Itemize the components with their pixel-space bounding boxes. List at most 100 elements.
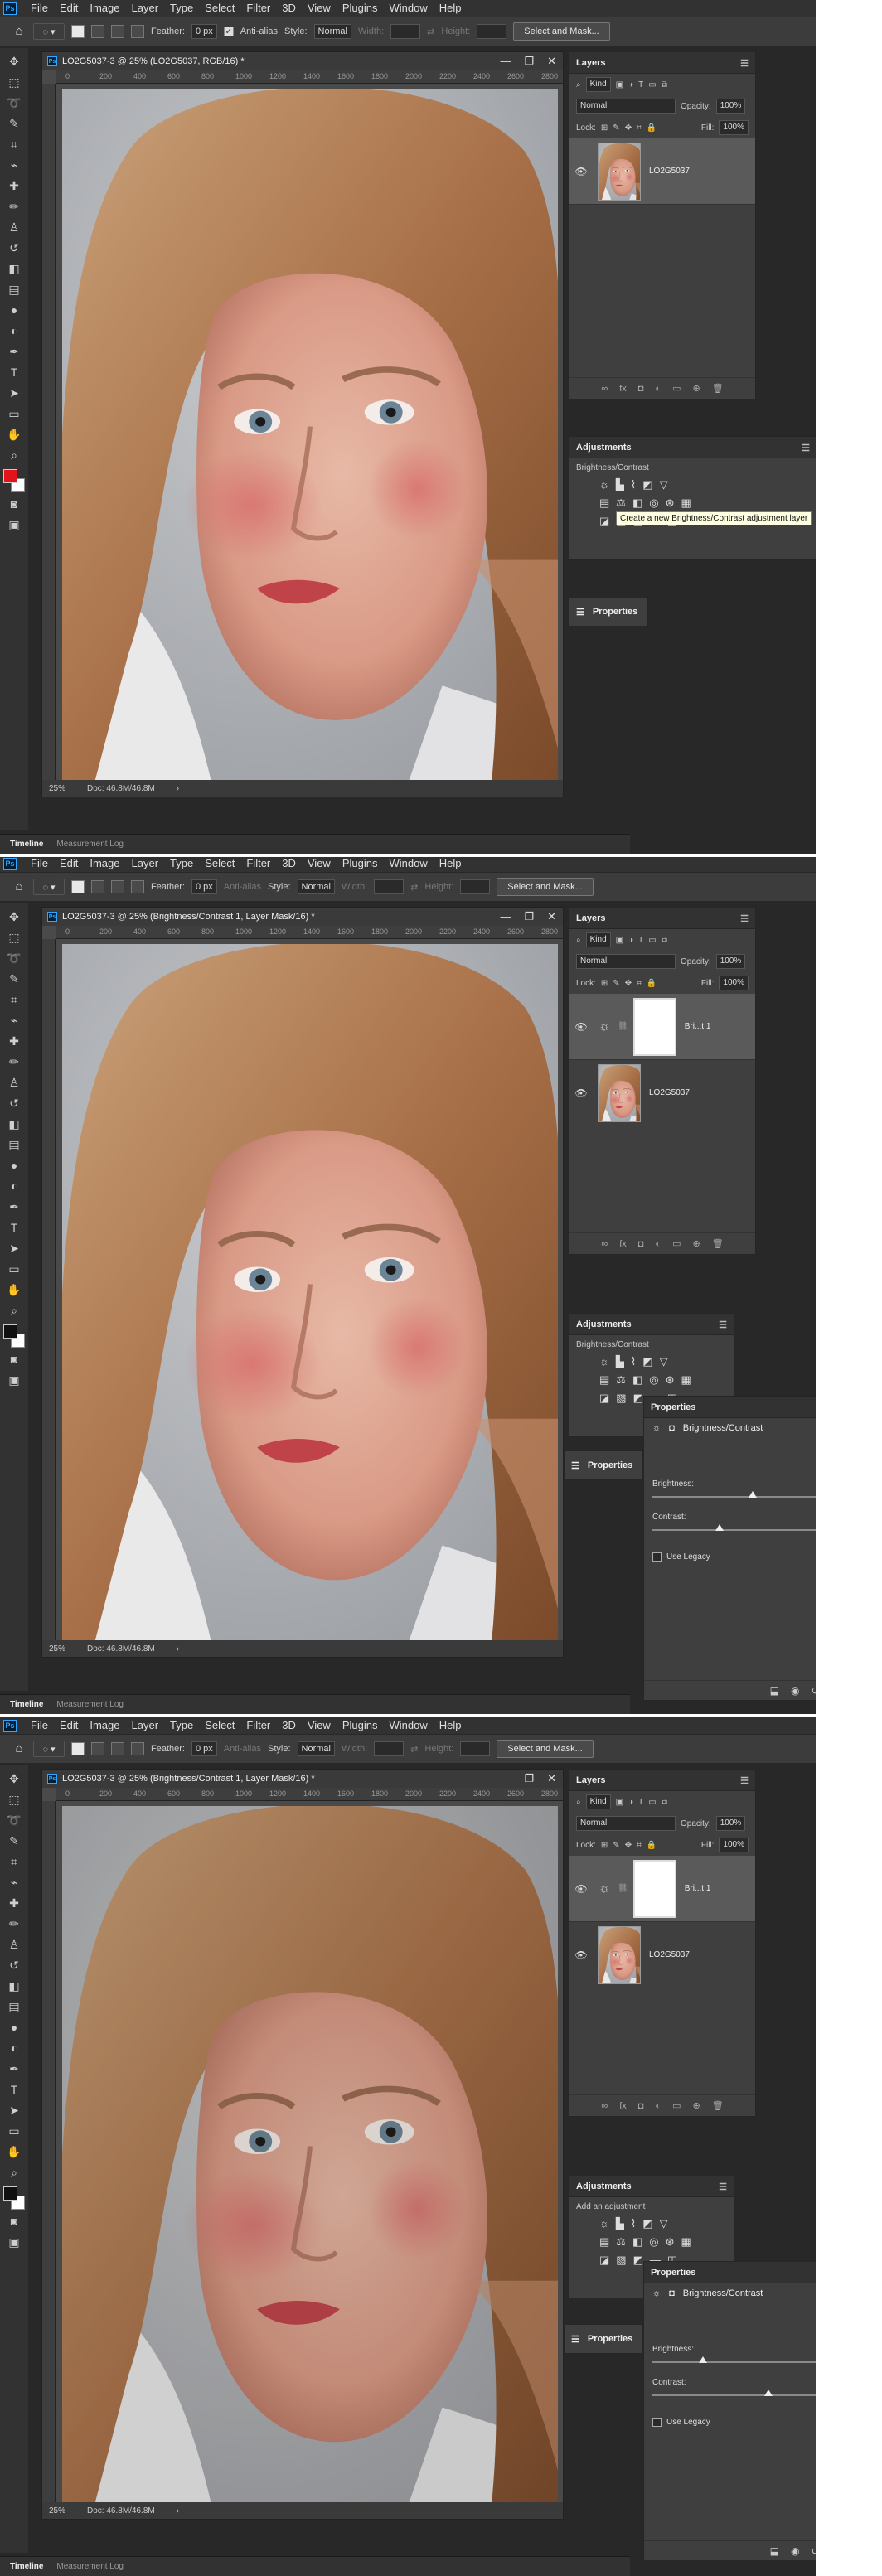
- menu-edit[interactable]: Edit: [54, 1717, 84, 1734]
- swap-icon[interactable]: ⇄: [427, 27, 434, 37]
- photo-filter-icon[interactable]: ◎: [649, 2235, 658, 2249]
- panel-menu-icon[interactable]: ☰: [740, 58, 749, 69]
- opacity-input[interactable]: 100%: [715, 954, 746, 969]
- add-mask-icon[interactable]: ◘: [638, 2101, 644, 2111]
- minimize-icon[interactable]: —: [500, 55, 511, 68]
- crop-icon[interactable]: ⌗: [4, 1852, 24, 1872]
- menu-select[interactable]: Select: [199, 0, 240, 17]
- marquee-icon[interactable]: ⬚: [4, 1789, 24, 1810]
- eyedropper-icon[interactable]: ⌁: [4, 1872, 24, 1893]
- visibility-eye-icon[interactable]: 👁: [573, 1949, 589, 1961]
- blur-icon[interactable]: ●: [4, 1155, 24, 1176]
- levels-icon[interactable]: ▙: [616, 2217, 624, 2230]
- height-input[interactable]: [460, 1741, 491, 1756]
- lock-all-icon[interactable]: 🔒: [647, 1841, 657, 1850]
- zoom-level[interactable]: 25%: [49, 784, 65, 793]
- healing-icon[interactable]: ✚: [4, 1031, 24, 1052]
- smart-filter-icon[interactable]: ⧉: [662, 1798, 667, 1807]
- restore-icon[interactable]: ❐: [524, 1772, 534, 1785]
- clip-to-layer-icon[interactable]: ⬓: [770, 2545, 779, 2557]
- intersect-selection-button[interactable]: [131, 880, 144, 893]
- adjustment-filter-icon[interactable]: ◑: [628, 80, 633, 90]
- delete-layer-icon[interactable]: 🗑: [712, 2100, 724, 2111]
- layer-mask-thumbnail[interactable]: [632, 1859, 676, 1918]
- close-icon[interactable]: ✕: [547, 55, 556, 68]
- quick-select-icon[interactable]: ✎: [4, 1831, 24, 1852]
- visibility-eye-icon[interactable]: 👁: [573, 1883, 589, 1895]
- new-fill-adjustment-icon[interactable]: ◐: [655, 1239, 661, 1249]
- subtract-selection-button[interactable]: [111, 880, 124, 893]
- height-input[interactable]: [460, 879, 491, 894]
- lasso-icon[interactable]: ➰: [4, 1810, 24, 1831]
- adjustment-filter-icon[interactable]: ◑: [628, 1798, 633, 1807]
- black-white-icon[interactable]: ◧: [632, 496, 642, 510]
- vibrance-icon[interactable]: ▽: [660, 2217, 668, 2230]
- status-arrow-icon[interactable]: ›: [177, 1644, 179, 1654]
- properties-panel-collapsed[interactable]: ☰ Properties: [564, 1450, 643, 1480]
- quick-mask-icon[interactable]: ◙: [4, 494, 24, 515]
- style-select[interactable]: Normal: [313, 24, 351, 39]
- lock-paint-icon[interactable]: ✎: [613, 123, 619, 133]
- restore-icon[interactable]: ❐: [524, 55, 534, 68]
- path-select-icon[interactable]: ➤: [4, 2100, 24, 2121]
- lasso-icon[interactable]: ➰: [4, 948, 24, 969]
- curves-icon[interactable]: ⌇: [631, 2217, 636, 2230]
- invert-icon[interactable]: ◪: [599, 515, 609, 528]
- fx-icon[interactable]: fx: [619, 2101, 627, 2111]
- black-white-icon[interactable]: ◧: [632, 2235, 642, 2249]
- menu-plugins[interactable]: Plugins: [337, 855, 384, 872]
- menu-help[interactable]: Help: [434, 855, 468, 872]
- layer-mask-thumbnail[interactable]: [632, 997, 676, 1056]
- add-mask-icon[interactable]: ◘: [638, 384, 644, 394]
- foreground-color[interactable]: [3, 469, 17, 483]
- menu-view[interactable]: View: [302, 855, 337, 872]
- menu-file[interactable]: File: [25, 1717, 54, 1734]
- tab-measurement-log[interactable]: Measurement Log: [56, 2562, 124, 2571]
- style-select[interactable]: Normal: [297, 879, 335, 894]
- menu-window[interactable]: Window: [383, 0, 433, 17]
- delete-layer-icon[interactable]: 🗑: [712, 383, 724, 394]
- fill-input[interactable]: 100%: [719, 120, 749, 135]
- subtract-selection-button[interactable]: [111, 1742, 124, 1755]
- color-lookup-icon[interactable]: ▦: [681, 1373, 691, 1387]
- menu-image[interactable]: Image: [84, 1717, 125, 1734]
- eraser-icon[interactable]: ◧: [4, 1976, 24, 1997]
- hand-icon[interactable]: ✋: [4, 424, 24, 445]
- add-selection-button[interactable]: [91, 1742, 104, 1755]
- menu-file[interactable]: File: [25, 855, 54, 872]
- foreground-color[interactable]: [3, 2186, 17, 2201]
- mask-icon[interactable]: ◘: [669, 1423, 675, 1433]
- use-legacy-checkbox[interactable]: Use Legacy: [652, 2418, 710, 2427]
- menu-select[interactable]: Select: [199, 1717, 240, 1734]
- menu-view[interactable]: View: [302, 0, 337, 17]
- menu-edit[interactable]: Edit: [54, 0, 84, 17]
- dodge-icon[interactable]: ◐: [4, 1176, 24, 1197]
- select-and-mask-button[interactable]: Select and Mask...: [497, 878, 594, 896]
- tab-measurement-log[interactable]: Measurement Log: [56, 1700, 124, 1709]
- quick-select-icon[interactable]: ✎: [4, 969, 24, 990]
- close-icon[interactable]: ✕: [547, 1772, 556, 1785]
- mask-link-icon[interactable]: ⛓: [618, 1022, 628, 1031]
- swap-icon[interactable]: ⇄: [410, 882, 418, 893]
- healing-icon[interactable]: ✚: [4, 176, 24, 196]
- menu-filter[interactable]: Filter: [240, 0, 276, 17]
- quick-mask-icon[interactable]: ◙: [4, 2211, 24, 2232]
- threshold-icon[interactable]: ◩: [633, 2254, 643, 2267]
- crop-icon[interactable]: ⌗: [4, 134, 24, 155]
- exposure-icon[interactable]: ◩: [642, 1355, 652, 1368]
- history-brush-icon[interactable]: ↺: [4, 238, 24, 259]
- height-input[interactable]: [477, 24, 507, 39]
- menu-help[interactable]: Help: [434, 1717, 468, 1734]
- lock-paint-icon[interactable]: ✎: [613, 1841, 619, 1850]
- brightness-slider[interactable]: [652, 1491, 816, 1498]
- color-lookup-icon[interactable]: ▦: [681, 2235, 691, 2249]
- screen-mode-icon[interactable]: ▣: [4, 1370, 24, 1391]
- color-swatches[interactable]: [3, 469, 25, 494]
- properties-panel-collapsed[interactable]: ☰ Properties: [569, 597, 648, 627]
- fill-input[interactable]: 100%: [719, 976, 749, 990]
- swap-icon[interactable]: ⇄: [410, 1744, 418, 1755]
- status-arrow-icon[interactable]: ›: [177, 2506, 179, 2515]
- pen-icon[interactable]: ✒: [4, 341, 24, 362]
- contrast-slider-handle[interactable]: [764, 2390, 773, 2396]
- image-filter-icon[interactable]: ▣: [616, 80, 623, 90]
